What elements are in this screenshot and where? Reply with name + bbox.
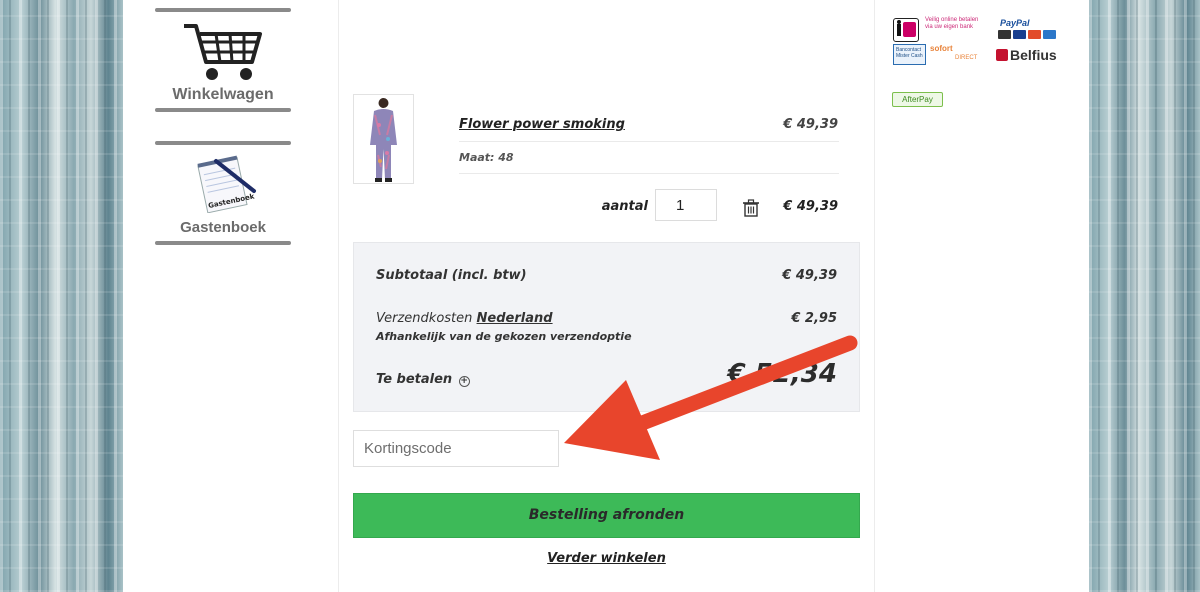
subtotal-value: € 49,39 <box>782 268 837 283</box>
belfius-text: Belfius <box>1010 47 1057 63</box>
product-price: € 49,39 <box>783 117 838 132</box>
sofort-direct-logo: DIRECT <box>955 55 978 61</box>
nav-cart-label: Winkelwagen <box>172 86 274 103</box>
trash-icon[interactable] <box>742 199 760 217</box>
afterpay-logo: AfterPay <box>892 92 943 107</box>
column-divider-right <box>874 0 875 592</box>
plus-circle-icon[interactable]: + <box>458 376 470 387</box>
ideal-logo <box>893 18 919 42</box>
shipping-label: Verzendkosten <box>376 311 473 326</box>
subtotal-label: Subtotaal (incl. btw) <box>376 268 527 283</box>
line-total: € 49,39 <box>783 199 838 214</box>
product-size: Maat: 48 <box>459 151 514 164</box>
belfius-logo: Belfius <box>996 47 1057 63</box>
nav-divider <box>155 241 291 245</box>
discount-code-input[interactable] <box>353 430 559 467</box>
shipping-value: € 2,95 <box>791 311 837 326</box>
paypal-logo: PayPal <box>1000 18 1030 28</box>
product-figure <box>370 98 397 182</box>
quantity-label: aantal <box>601 199 648 214</box>
continue-shopping-link[interactable]: Verder winkelen <box>353 551 860 566</box>
total-value: € 52,34 <box>727 359 837 389</box>
quantity-input[interactable] <box>655 189 717 221</box>
row-separator <box>459 141 839 142</box>
row-separator <box>459 173 839 174</box>
nav-divider <box>155 8 291 12</box>
shopping-cart-icon <box>184 24 262 80</box>
shipping-note: Afhankelijk van de gekozen verzendoptie <box>376 330 632 343</box>
nav-divider <box>155 141 291 145</box>
checkout-button[interactable]: Bestelling afronden <box>353 493 860 538</box>
total-label: Te betalen <box>376 372 453 387</box>
sofort-logo: sofort <box>930 44 953 53</box>
nav-guestbook-label: Gastenboek <box>180 219 266 236</box>
nav-divider <box>155 108 291 112</box>
column-divider-left <box>338 0 339 592</box>
order-summary: Subtotaal (incl. btw) € 49,39 Verzendkos… <box>353 242 860 412</box>
total-label-row[interactable]: Te betalen + <box>376 372 470 387</box>
nav-cart[interactable]: Winkelwagen <box>155 8 291 113</box>
ideal-tagline: Veilig online betalen via uw eigen bank <box>925 17 979 30</box>
product-name-link[interactable]: Flower power smoking <box>459 117 625 132</box>
wood-background-right <box>1089 0 1200 592</box>
wood-background-left <box>0 0 123 592</box>
shipping-label-row: Verzendkosten Nederland <box>376 311 553 326</box>
notepad-pen-icon: Gastenboek <box>197 155 256 214</box>
product-image[interactable] <box>353 94 414 184</box>
card-logos <box>998 30 1058 41</box>
shipping-country-link[interactable]: Nederland <box>477 311 553 326</box>
belfius-mark-icon <box>996 49 1008 61</box>
bancontact-logo: Bancontact Mister Cash <box>893 44 926 65</box>
nav-guestbook[interactable]: Gastenboek Gastenboek <box>155 141 291 246</box>
